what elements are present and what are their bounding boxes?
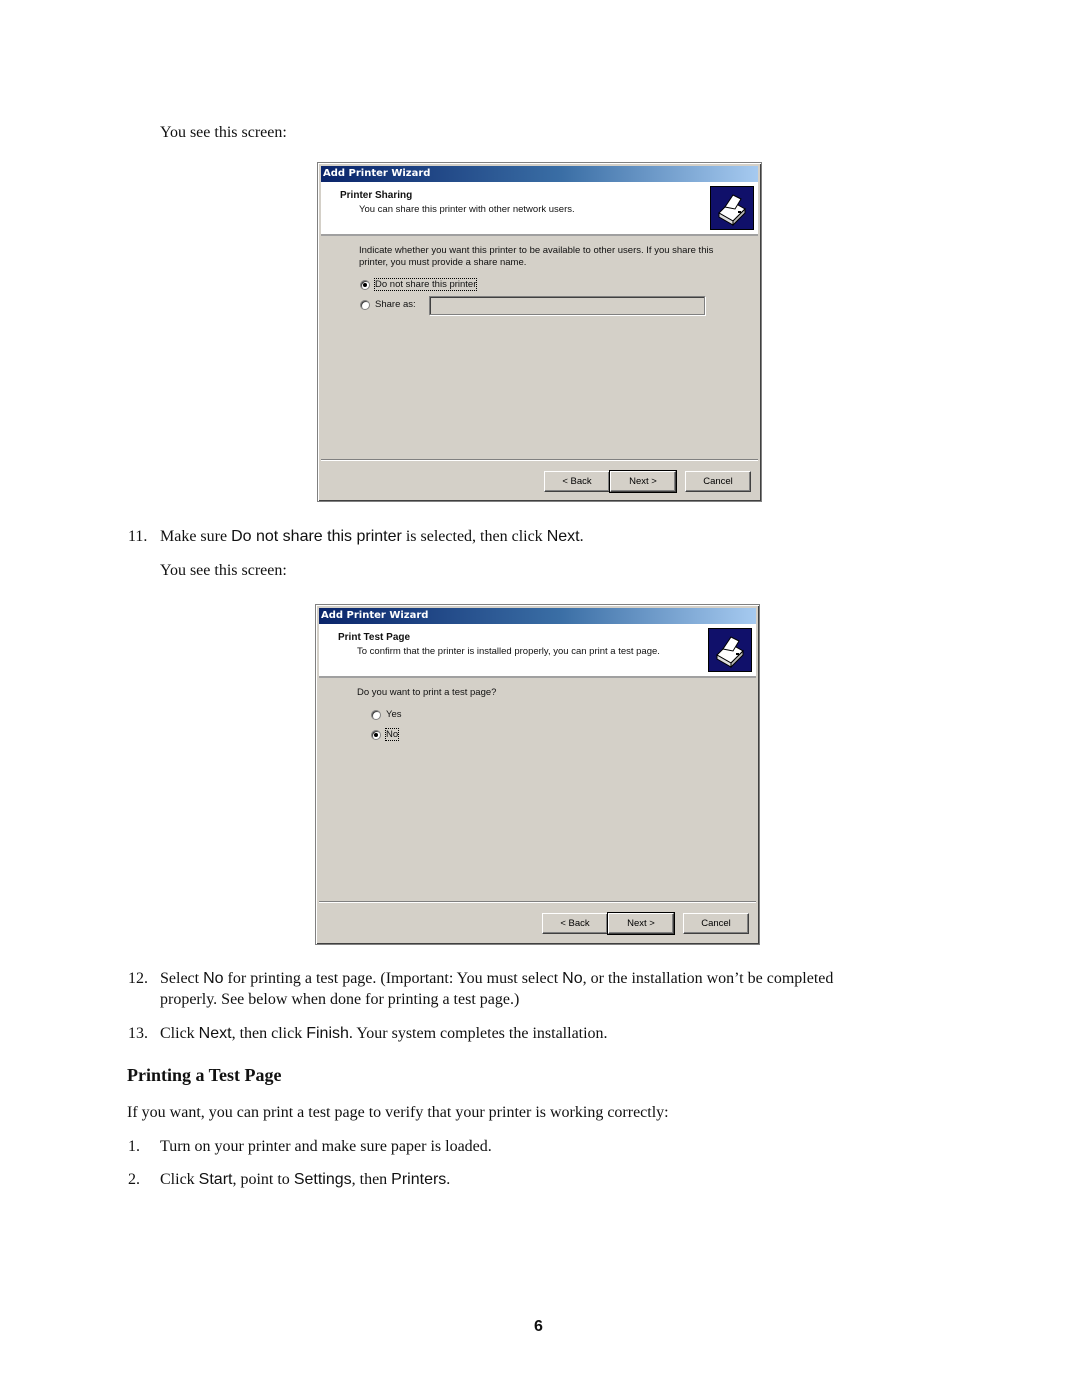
cancel-button[interactable]: Cancel [683, 913, 749, 934]
header-title: Print Test Page [338, 632, 411, 643]
step-12-number: 12. [128, 970, 148, 987]
keyword-start: Start [198, 1171, 233, 1188]
step-13-number: 13. [128, 1025, 148, 1042]
add-printer-wizard-sharing-dialog: Add Printer Wizard Printer Sharing You c… [317, 162, 762, 502]
step-13-keyword-finish: Finish [306, 1025, 349, 1042]
section-step-2-mid: , point to [232, 1171, 294, 1188]
dialog-title-bar: Add Printer Wizard [319, 608, 756, 624]
section-step-2-text: Click Start, point to Settings, then Pri… [160, 1171, 450, 1189]
no-label[interactable]: No [384, 728, 400, 741]
step-11-mid: is selected, then click [401, 528, 547, 545]
back-button[interactable]: < Back [542, 913, 608, 934]
header-subtitle: You can share this printer with other ne… [359, 204, 575, 215]
dialog-header: Print Test Page To confirm that the prin… [319, 624, 756, 678]
header-title: Printer Sharing [340, 190, 413, 201]
cancel-button[interactable]: Cancel [685, 471, 751, 492]
step-12-text: Select No for printing a test page. (Imp… [160, 970, 833, 988]
step-11-post: . [579, 528, 584, 545]
section-step-2-mid2: , then [351, 1171, 392, 1188]
step-12-pre: Select [160, 970, 204, 987]
step-13-pre: Click [160, 1025, 199, 1042]
yes-radio[interactable] [371, 710, 381, 720]
do-not-share-label[interactable]: Do not share this printer [373, 278, 478, 291]
step-11-pre: Make sure [160, 528, 232, 545]
share-as-radio[interactable] [360, 300, 370, 310]
step-12-keyword-no: No [203, 970, 224, 987]
section-step-1-number: 1. [128, 1138, 140, 1155]
step-12-post: , or the installation won’t be completed [582, 970, 834, 987]
printer-icon [708, 628, 752, 672]
step-11-text: Make sure Do not share this printer is s… [160, 528, 584, 546]
page-number: 6 [534, 1318, 543, 1335]
step-13-mid: , then click [231, 1025, 307, 1042]
instructions-line-1: Indicate whether you want this printer t… [359, 245, 714, 256]
header-subtitle: To confirm that the printer is installed… [357, 646, 660, 657]
section-heading: Printing a Test Page [127, 1065, 282, 1085]
button-separator [319, 901, 756, 903]
step-13-text: Click Next, then click Finish. Your syst… [160, 1025, 608, 1043]
step-11-number: 11. [128, 528, 148, 545]
printer-icon [710, 186, 754, 230]
next-button[interactable]: Next > [609, 470, 677, 493]
intro-text-2: You see this screen: [160, 562, 287, 579]
section-step-2-number: 2. [128, 1171, 140, 1188]
do-not-share-radio[interactable] [360, 280, 370, 290]
dialog-title-bar: Add Printer Wizard [321, 166, 758, 182]
share-name-input[interactable] [429, 296, 705, 315]
keyword-settings: Settings [293, 1171, 352, 1188]
step-12-mid: for printing a test page. (Important: Yo… [223, 970, 563, 987]
button-separator [321, 459, 758, 461]
step-13-keyword-next: Next [198, 1025, 232, 1042]
test-page-question: Do you want to print a test page? [357, 687, 497, 698]
step-12-line-2: properly. See below when done for printi… [160, 991, 520, 1008]
keyword-printers: Printers [391, 1171, 447, 1188]
next-button[interactable]: Next > [607, 912, 675, 935]
section-step-2-post: . [446, 1171, 451, 1188]
instructions-line-2: printer, you must provide a share name. [359, 257, 527, 268]
no-radio[interactable] [371, 730, 381, 740]
section-step-1-text: Turn on your printer and make sure paper… [160, 1138, 492, 1155]
dialog-header: Printer Sharing You can share this print… [321, 182, 758, 236]
intro-text: You see this screen: [160, 124, 287, 141]
section-step-2-pre: Click [160, 1171, 199, 1188]
step-11-keyword-do-not-share: Do not share this printer [231, 528, 402, 545]
share-as-label[interactable]: Share as: [375, 299, 416, 310]
section-intro: If you want, you can print a test page t… [127, 1104, 669, 1121]
step-11-keyword-next: Next [546, 528, 580, 545]
step-13-post: . Your system completes the installation… [348, 1025, 608, 1042]
back-button[interactable]: < Back [544, 471, 610, 492]
step-12-keyword-no-2: No [562, 970, 583, 987]
yes-label[interactable]: Yes [386, 709, 402, 720]
add-printer-wizard-test-page-dialog: Add Printer Wizard Print Test Page To co… [315, 604, 760, 945]
